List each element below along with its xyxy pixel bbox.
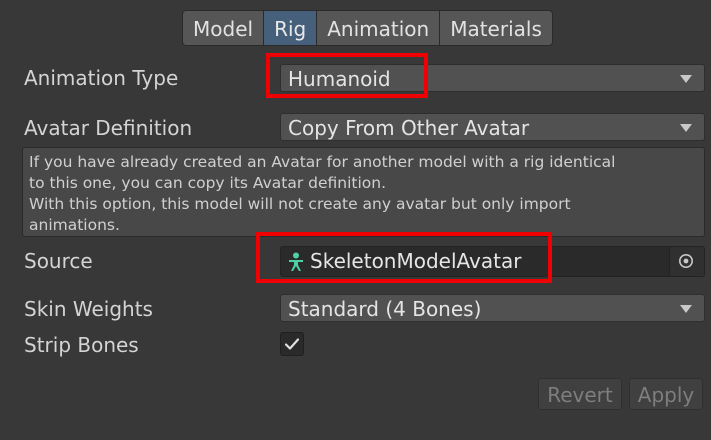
tab-animation[interactable]: Animation: [316, 10, 441, 46]
target-icon: [679, 254, 693, 268]
revert-button[interactable]: Revert: [538, 378, 622, 410]
help-box: If you have already created an Avatar fo…: [22, 147, 705, 237]
tab-rig[interactable]: Rig: [263, 10, 318, 46]
source-object-field[interactable]: SkeletonModelAvatar: [280, 246, 705, 277]
apply-button[interactable]: Apply: [629, 378, 703, 410]
dropdown-arrow-icon: [680, 124, 692, 132]
help-text-line: animations.: [29, 216, 120, 234]
dropdown-arrow-icon: [680, 305, 692, 313]
help-text-line: If you have already created an Avatar fo…: [29, 153, 616, 171]
animation-type-value: Humanoid: [288, 67, 391, 91]
strip-bones-checkbox[interactable]: [280, 332, 304, 356]
strip-bones-label: Strip Bones: [24, 333, 139, 357]
skin-weights-dropdown[interactable]: Standard (4 Bones): [280, 294, 705, 322]
rig-tabs: Model Rig Animation Materials: [182, 10, 553, 46]
object-picker-button[interactable]: [669, 247, 704, 276]
animation-type-dropdown[interactable]: Humanoid: [280, 64, 705, 92]
avatar-icon: [287, 252, 305, 277]
skin-weights-label: Skin Weights: [24, 297, 153, 321]
tab-model[interactable]: Model: [182, 10, 265, 46]
dropdown-arrow-icon: [680, 75, 692, 83]
avatar-definition-label: Avatar Definition: [24, 116, 193, 140]
help-text-line: With this option, this model will not cr…: [29, 195, 571, 213]
tab-materials[interactable]: Materials: [439, 10, 553, 46]
skin-weights-value: Standard (4 Bones): [288, 297, 482, 321]
source-label: Source: [24, 249, 93, 273]
avatar-definition-dropdown[interactable]: Copy From Other Avatar: [280, 113, 705, 141]
avatar-definition-value: Copy From Other Avatar: [288, 116, 530, 140]
animation-type-label: Animation Type: [24, 66, 179, 90]
source-value: SkeletonModelAvatar: [310, 249, 522, 273]
help-text-line: to this one, you can copy its Avatar def…: [29, 174, 387, 192]
checkmark-icon: [284, 338, 300, 350]
